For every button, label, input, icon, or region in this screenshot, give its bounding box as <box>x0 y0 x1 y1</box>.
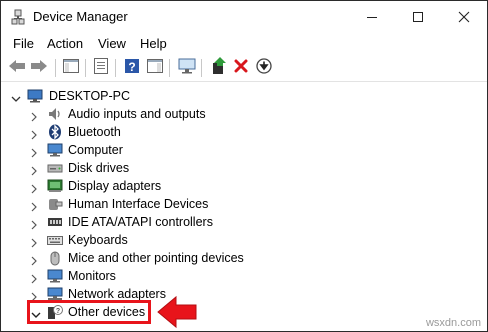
tree-item-label: IDE ATA/ATAPI controllers <box>68 215 213 229</box>
chevron-right-icon[interactable] <box>29 199 39 212</box>
tree-item-ide-controllers[interactable]: IDE ATA/ATAPI controllers <box>1 213 487 231</box>
toolbar-separator <box>85 59 86 77</box>
tree-item-disk-drives[interactable]: Disk drives <box>1 159 487 177</box>
tree-item-monitors[interactable]: Monitors <box>1 267 487 285</box>
toolbar-separator <box>169 59 170 77</box>
chevron-right-icon[interactable] <box>29 235 39 248</box>
tree-item-human-interface-devices[interactable]: Human Interface Devices <box>1 195 487 213</box>
svg-text:?: ? <box>128 60 135 74</box>
title-bar[interactable]: Device Manager <box>1 1 487 33</box>
forward-arrow-icon <box>30 59 48 78</box>
bluetooth-icon <box>47 124 63 140</box>
window-title: Device Manager <box>33 9 128 24</box>
chevron-right-icon[interactable] <box>29 163 39 176</box>
close-button[interactable] <box>441 1 487 33</box>
display-adapter-icon <box>47 178 63 194</box>
toolbar-separator <box>201 59 202 77</box>
tree-item-keyboards[interactable]: Keyboards <box>1 231 487 249</box>
uninstall-device-button[interactable] <box>231 58 251 78</box>
tree-item-label: Audio inputs and outputs <box>68 107 206 121</box>
maximize-icon <box>412 11 424 23</box>
ide-controller-icon <box>47 214 63 230</box>
highlight-box <box>27 300 151 324</box>
help-button[interactable]: ? <box>122 58 142 78</box>
menu-help[interactable]: Help <box>140 36 167 52</box>
show-hide-console-tree-icon <box>63 58 79 78</box>
maximize-button[interactable] <box>395 1 441 33</box>
properties-icon <box>94 57 108 79</box>
menu-action[interactable]: Action <box>47 36 83 52</box>
watermark: wsxdn.com <box>425 317 481 329</box>
toolbar-divider <box>1 81 487 82</box>
chevron-right-icon[interactable] <box>29 289 39 302</box>
tree-root-desktop-pc[interactable]: DESKTOP-PC <box>1 87 487 105</box>
toolbar: ? <box>1 55 487 81</box>
minimize-icon <box>366 11 378 23</box>
minimize-button[interactable] <box>349 1 395 33</box>
tree-root-label: DESKTOP-PC <box>49 89 131 103</box>
chevron-right-icon[interactable] <box>29 145 39 158</box>
tree-item-label: Computer <box>68 143 123 157</box>
tree-item-mice[interactable]: Mice and other pointing devices <box>1 249 487 267</box>
properties-button[interactable] <box>91 57 111 79</box>
toolbar-separator <box>55 59 56 77</box>
chevron-right-icon[interactable] <box>29 181 39 194</box>
mouse-icon <box>47 250 63 266</box>
menu-file[interactable]: File <box>13 36 34 52</box>
chevron-down-icon[interactable] <box>11 91 21 102</box>
chevron-right-icon[interactable] <box>29 127 39 140</box>
tree-item-label: Monitors <box>68 269 116 283</box>
monitor-icon <box>47 268 63 284</box>
toolbar-separator <box>115 59 116 77</box>
tree-item-bluetooth[interactable]: Bluetooth <box>1 123 487 141</box>
help-icon: ? <box>124 58 140 79</box>
uninstall-device-icon <box>234 59 248 78</box>
tree-item-label: Human Interface Devices <box>68 197 209 211</box>
chevron-right-icon[interactable] <box>29 217 39 230</box>
tree-item-audio[interactable]: Audio inputs and outputs <box>1 105 487 123</box>
device-manager-window: Device Manager File Action View Help ? D… <box>0 0 488 332</box>
chevron-right-icon[interactable] <box>29 109 39 122</box>
tree-item-label: Disk drives <box>68 161 130 175</box>
forward-button[interactable] <box>29 58 49 78</box>
update-driver-button[interactable] <box>209 56 229 80</box>
tree-item-label: Mice and other pointing devices <box>68 251 244 265</box>
action-pane-button[interactable] <box>145 58 165 78</box>
tree-item-label: Keyboards <box>68 233 128 247</box>
back-button[interactable] <box>7 58 27 78</box>
back-arrow-icon <box>8 59 26 78</box>
menu-view[interactable]: View <box>98 36 126 52</box>
action-pane-icon <box>147 58 163 78</box>
chevron-right-icon[interactable] <box>29 271 39 284</box>
show-hide-console-tree-button[interactable] <box>61 58 81 78</box>
keyboard-icon <box>47 232 63 248</box>
update-driver-icon <box>211 56 227 80</box>
scan-hardware-icon <box>178 58 196 79</box>
tree-item-computer[interactable]: Computer <box>1 141 487 159</box>
menu-bar: File Action View Help <box>1 34 487 54</box>
download-button[interactable] <box>254 57 274 79</box>
close-icon <box>458 11 470 23</box>
speaker-icon <box>47 106 63 122</box>
tree-item-display-adapters[interactable]: Display adapters <box>1 177 487 195</box>
tree-item-label: Bluetooth <box>68 125 121 139</box>
scan-hardware-button[interactable] <box>177 58 197 78</box>
disk-drive-icon <box>47 160 63 176</box>
computer-icon <box>27 88 43 104</box>
monitor-icon <box>47 142 63 158</box>
hid-icon <box>47 196 63 212</box>
chevron-right-icon[interactable] <box>29 253 39 266</box>
download-arrow-icon <box>256 57 272 79</box>
red-arrow-icon <box>156 294 198 330</box>
tree-item-label: Display adapters <box>68 179 162 193</box>
device-manager-icon <box>10 9 26 25</box>
